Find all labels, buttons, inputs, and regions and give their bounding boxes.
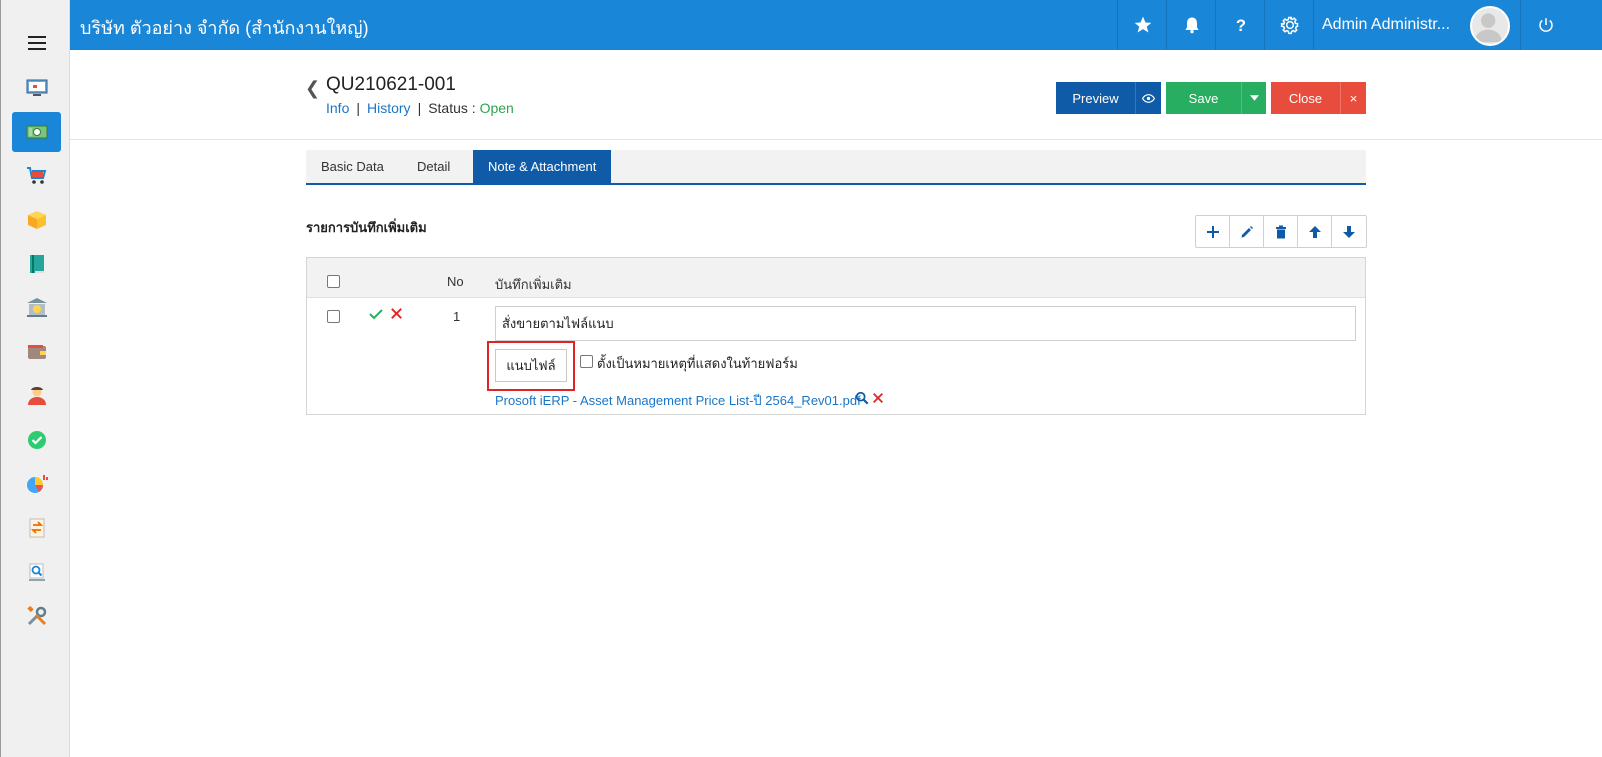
plus-icon <box>1206 225 1219 238</box>
pie-chart-icon <box>26 475 48 493</box>
bell-icon <box>1184 17 1199 34</box>
sidebar-item-purchase[interactable] <box>12 156 61 196</box>
search-icon <box>855 391 869 405</box>
separator: | <box>356 100 360 116</box>
transfer-icon <box>29 518 44 538</box>
select-all-checkbox[interactable] <box>327 275 340 288</box>
user-avatar-icon <box>1474 13 1502 43</box>
tab-basic-data[interactable]: Basic Data <box>306 150 399 183</box>
close-icon <box>391 308 402 319</box>
preview-button[interactable]: Preview <box>1056 82 1135 114</box>
close-x-button[interactable]: × <box>1340 82 1366 114</box>
bank-icon <box>26 298 47 317</box>
person-icon <box>27 387 46 405</box>
tab-bar: Basic Data Detail Note & Attachment <box>306 150 1366 185</box>
help-icon: ? <box>1235 16 1245 35</box>
top-bar: บริษัท ตัวอย่าง จำกัด (สำนักงานใหญ่) ? A… <box>70 0 1602 50</box>
box-icon <box>27 211 46 229</box>
view-file-button[interactable] <box>855 391 869 408</box>
checkmark-icon <box>369 309 383 320</box>
row-number: 1 <box>453 309 461 324</box>
save-button[interactable]: Save <box>1166 82 1241 114</box>
row-checkbox[interactable] <box>327 310 340 323</box>
preview-eye-button[interactable] <box>1135 82 1161 114</box>
avatar[interactable] <box>1470 6 1510 46</box>
tools-icon <box>26 605 46 626</box>
footer-remark-label: ตั้งเป็นหมายเหตุที่แสดงในท้ายฟอร์ม <box>597 356 798 371</box>
footer-remark-checkbox[interactable] <box>580 355 593 368</box>
move-up-button[interactable] <box>1298 216 1332 247</box>
arrow-down-icon <box>1343 225 1355 238</box>
notes-toolbar <box>1195 215 1367 248</box>
pencil-icon <box>1241 225 1253 237</box>
attached-file-link[interactable]: Prosoft iERP - Asset Management Price Li… <box>495 390 861 411</box>
header-divider <box>70 139 1602 140</box>
sidebar-item-dashboard[interactable] <box>12 68 61 108</box>
money-icon <box>26 125 47 139</box>
sidebar-item-reports[interactable] <box>12 464 61 504</box>
search-doc-icon <box>28 563 45 581</box>
status-colon: : <box>471 100 476 116</box>
notes-table: No บันทึกเพิ่มเติม 1 แนบไฟล์ ตั้งเป็นหมา… <box>306 257 1366 415</box>
sidebar <box>0 0 70 757</box>
back-chevron-icon[interactable]: ❮ <box>305 78 320 99</box>
sidebar-item-bank[interactable] <box>12 288 61 328</box>
history-link[interactable]: History <box>367 100 411 116</box>
note-input[interactable] <box>495 306 1356 341</box>
tab-detail[interactable]: Detail <box>402 150 465 183</box>
caret-down-icon <box>1249 95 1259 101</box>
delete-note-button[interactable] <box>1264 216 1298 247</box>
confirm-row-button[interactable] <box>368 306 384 325</box>
status-badge: Open <box>479 100 514 116</box>
notifications-button[interactable] <box>1166 0 1216 50</box>
check-circle-icon <box>27 431 46 449</box>
sidebar-item-inventory[interactable] <box>12 200 61 240</box>
menu-toggle-icon[interactable] <box>28 36 46 50</box>
sidebar-item-wallet[interactable] <box>12 332 61 372</box>
attach-file-button[interactable]: แนบไฟล์ <box>495 349 567 382</box>
tab-note-attachment[interactable]: Note & Attachment <box>473 150 612 183</box>
sidebar-item-tools[interactable] <box>12 596 61 636</box>
column-header-no: No <box>447 274 464 289</box>
sidebar-item-accounting[interactable] <box>12 244 61 284</box>
info-link[interactable]: Info <box>326 100 349 116</box>
gear-icon <box>1280 16 1298 35</box>
sidebar-item-hr[interactable] <box>12 376 61 416</box>
power-icon <box>1538 18 1553 32</box>
sidebar-item-transfer[interactable] <box>12 508 61 548</box>
arrow-up-icon <box>1308 225 1321 238</box>
column-header-note: บันทึกเพิ่มเติม <box>495 277 572 292</box>
wallet-icon <box>27 345 46 359</box>
user-name: Admin Administr... <box>1322 16 1451 33</box>
star-icon <box>1134 16 1151 33</box>
close-icon <box>873 393 883 403</box>
page-title: QU210621-001 <box>326 74 456 95</box>
edit-note-button[interactable] <box>1230 216 1264 247</box>
sidebar-item-search[interactable] <box>12 552 61 592</box>
add-note-button[interactable] <box>1196 216 1230 247</box>
logout-button[interactable] <box>1520 0 1570 50</box>
save-dropdown-button[interactable] <box>1241 82 1266 114</box>
sidebar-item-sales[interactable] <box>12 112 61 152</box>
book-icon <box>29 255 44 273</box>
eye-icon <box>1142 93 1155 103</box>
remove-file-button[interactable] <box>871 391 885 408</box>
cancel-row-button[interactable] <box>389 306 404 324</box>
favorites-button[interactable] <box>1117 0 1167 50</box>
table-header: No บันทึกเพิ่มเติม <box>307 258 1365 298</box>
sidebar-item-approval[interactable] <box>12 420 61 460</box>
cart-icon <box>26 167 46 184</box>
settings-button[interactable] <box>1264 0 1314 50</box>
doc-meta-links: Info | History | Status : Open <box>326 100 514 116</box>
status-label: Status <box>428 100 468 116</box>
trash-icon <box>1275 225 1286 238</box>
svg-text:?: ? <box>1235 16 1245 35</box>
section-title: รายการบันทึกเพิ่มเติม <box>306 220 427 235</box>
separator: | <box>417 100 422 116</box>
monitor-icon <box>26 79 47 96</box>
move-down-button[interactable] <box>1332 216 1366 247</box>
company-name: บริษัท ตัวอย่าง จำกัด (สำนักงานใหญ่) <box>80 18 369 38</box>
close-button[interactable]: Close <box>1271 82 1340 114</box>
help-button[interactable]: ? <box>1215 0 1265 50</box>
